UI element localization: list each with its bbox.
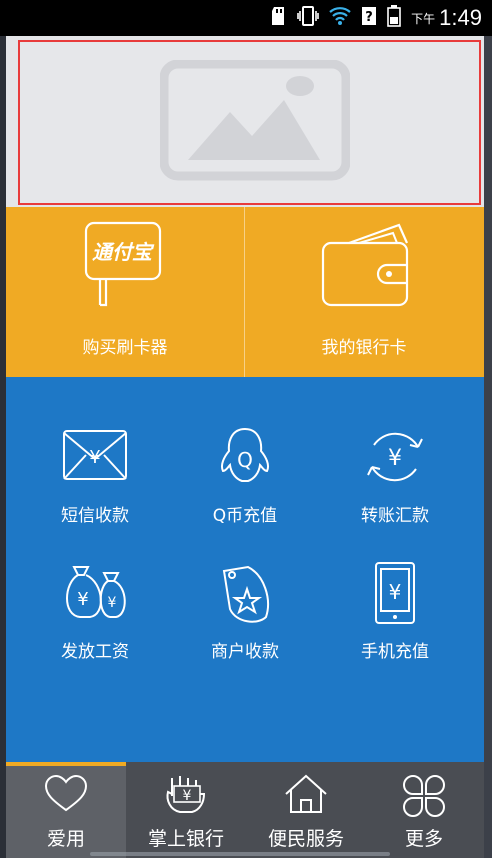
status-ampm: 下午 — [411, 11, 436, 26]
services-grid: ¥ 短信收款 Q Q币充值 ¥ 转账汇款 ¥ ¥ 发放工资 商户收款 ¥ 手机充… — [6, 377, 484, 762]
service-merchant-payment[interactable]: 商户收款 — [170, 561, 320, 691]
active-tab-indicator — [6, 762, 126, 766]
my-bank-card-label: 我的银行卡 — [321, 338, 407, 358]
nav-tab-convenience[interactable]: 便民服务 — [246, 762, 366, 858]
transfer-yuan-icon: ¥ — [362, 425, 428, 493]
my-bank-card-tile[interactable]: 我的银行卡 — [245, 207, 483, 377]
home-icon — [284, 774, 328, 820]
service-label: 手机充值 — [361, 642, 429, 662]
qq-penguin-icon: Q — [214, 425, 276, 493]
status-time: 1:49 — [439, 5, 482, 30]
heart-icon — [44, 774, 88, 818]
signal-unknown-icon: ? — [361, 6, 377, 30]
svg-text:¥: ¥ — [183, 788, 192, 804]
nav-tab-mobile-banking[interactable]: ¥ 掌上银行 — [126, 762, 246, 858]
wifi-icon — [329, 6, 351, 30]
service-sms-payment[interactable]: ¥ 短信收款 — [20, 425, 170, 555]
buy-card-reader-label: 购买刷卡器 — [82, 338, 168, 358]
bottom-nav: 爱用 ¥ 掌上银行 便民服务 更多 — [6, 762, 484, 858]
image-placeholder-icon — [159, 59, 351, 192]
svg-text:通付宝: 通付宝 — [92, 240, 155, 264]
vibrate-icon — [297, 6, 319, 30]
phone-yuan-icon: ¥ — [370, 561, 420, 631]
service-label: 短信收款 — [61, 506, 129, 526]
nav-tab-more[interactable]: 更多 — [364, 762, 484, 858]
service-label: 发放工资 — [61, 642, 129, 662]
status-bar: ? 下午 1:49 — [0, 0, 492, 36]
svg-text:¥: ¥ — [77, 589, 88, 610]
bottom-home-indicator — [90, 852, 390, 856]
wallet-icon — [319, 219, 413, 315]
card-reader-icon: 通付宝 — [82, 219, 166, 315]
nav-label: 爱用 — [46, 828, 85, 850]
svg-text:¥: ¥ — [389, 580, 402, 604]
quick-actions-panel: 通付宝 购买刷卡器 我的银行卡 — [6, 207, 484, 377]
nav-label: 掌上银行 — [147, 828, 224, 850]
right-edge — [484, 36, 492, 858]
svg-text:Q: Q — [237, 448, 253, 472]
money-bags-icon: ¥ ¥ — [60, 561, 130, 627]
banner[interactable] — [6, 36, 484, 207]
battery-icon — [387, 5, 401, 31]
service-mobile-topup[interactable]: ¥ 手机充值 — [320, 561, 470, 691]
banner-frame[interactable] — [18, 40, 481, 205]
merchant-tag-icon — [214, 561, 276, 631]
svg-text:¥: ¥ — [388, 446, 402, 471]
service-label: 商户收款 — [211, 642, 279, 662]
service-transfer[interactable]: ¥ 转账汇款 — [320, 425, 470, 555]
svg-text:¥: ¥ — [89, 447, 100, 468]
hand-yuan-icon: ¥ — [164, 774, 208, 820]
sms-envelope-yuan-icon: ¥ — [60, 425, 130, 491]
buy-card-reader-tile[interactable]: 通付宝 购买刷卡器 — [6, 207, 244, 377]
svg-text:¥: ¥ — [108, 595, 117, 611]
nav-label: 更多 — [404, 828, 443, 850]
nav-tab-favorites[interactable]: 爱用 — [6, 762, 126, 858]
sd-card-icon — [271, 6, 287, 30]
service-label: Q币充值 — [212, 506, 278, 526]
clover-icon — [402, 774, 446, 822]
service-payroll[interactable]: ¥ ¥ 发放工资 — [20, 561, 170, 691]
nav-label: 便民服务 — [267, 828, 344, 850]
service-label: 转账汇款 — [361, 506, 429, 526]
svg-text:?: ? — [365, 10, 373, 25]
service-q-coin-topup[interactable]: Q Q币充值 — [170, 425, 320, 555]
